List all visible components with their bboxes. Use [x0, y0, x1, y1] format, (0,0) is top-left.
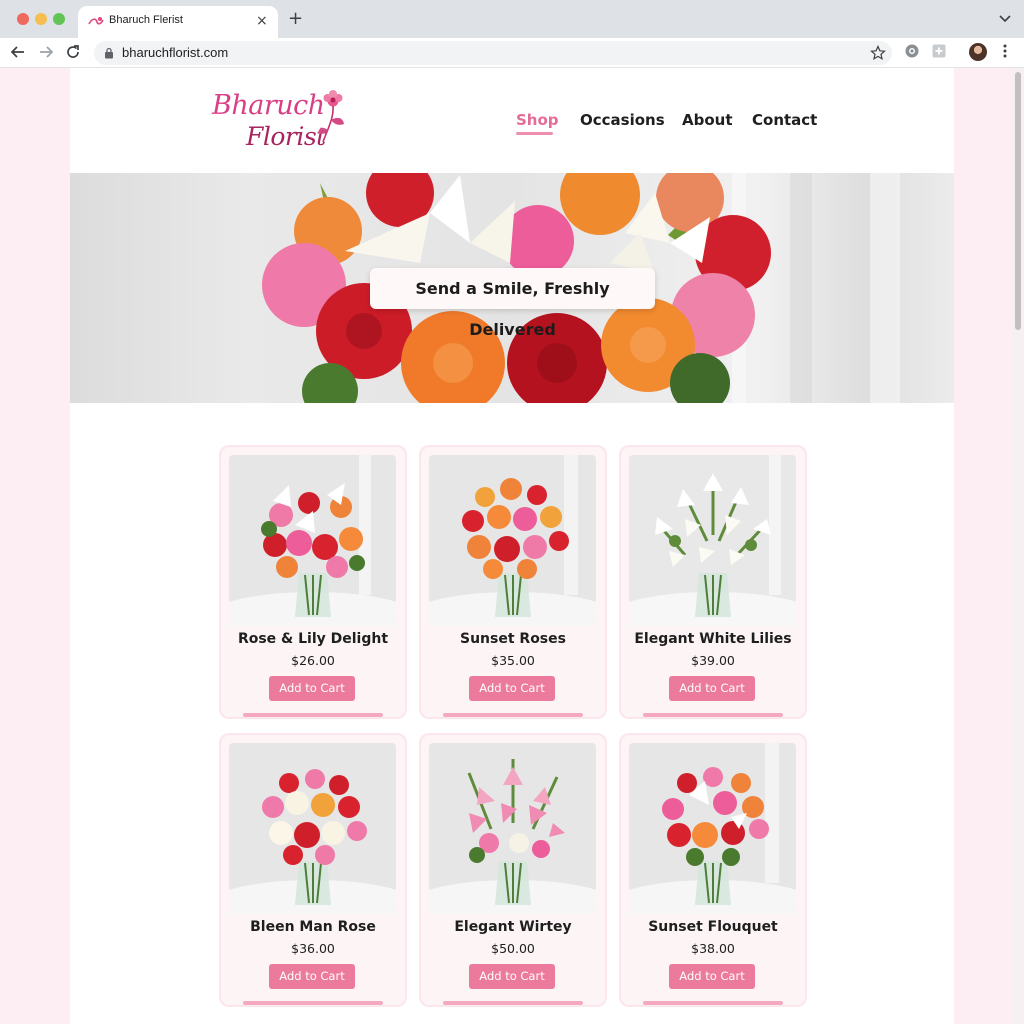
scrollbar-thumb[interactable]: [1015, 72, 1021, 330]
hero-banner: Send a Smile, Freshly Delivered: [70, 173, 954, 403]
product-price: $50.00: [491, 941, 535, 956]
browser-toolbar: bharuchflorist.com: [0, 38, 1024, 68]
menu-icon[interactable]: [1001, 43, 1009, 59]
nav-active-indicator: [516, 132, 553, 135]
product-image[interactable]: [229, 455, 396, 626]
add-to-cart-button[interactable]: Add to Cart: [469, 964, 555, 989]
product-price: $38.00: [691, 941, 735, 956]
product-price: $39.00: [691, 653, 735, 668]
product-image[interactable]: [429, 455, 596, 626]
product-card[interactable]: Sunset Roses $35.00 Add to Cart: [421, 447, 605, 717]
product-image[interactable]: [629, 743, 796, 914]
hero-caption: Send a Smile, Freshly Delivered: [370, 268, 655, 339]
back-arrow-icon[interactable]: [9, 43, 27, 61]
product-name[interactable]: Rose & Lily Delight: [221, 631, 405, 647]
product-card[interactable]: Elegant Wirtey $50.00 Add to Cart: [421, 735, 605, 1005]
product-image[interactable]: [229, 743, 396, 914]
product-card[interactable]: Sunset Flouquet $38.00 Add to Cart: [621, 735, 805, 1005]
logo-text-line1: Bharuch: [212, 90, 325, 121]
florist-page: Bharuch Florist Shop Occasions About Con…: [70, 68, 954, 1024]
product-card[interactable]: Elegant White Lilies $39.00 Add to Cart: [621, 447, 805, 717]
add-to-cart-button[interactable]: Add to Cart: [269, 964, 355, 989]
lock-icon[interactable]: [104, 47, 114, 59]
card-accent-bar: [443, 713, 583, 717]
tab-list-chevron-icon[interactable]: [998, 12, 1012, 26]
add-to-cart-button[interactable]: Add to Cart: [269, 676, 355, 701]
product-image[interactable]: [429, 743, 596, 914]
product-name[interactable]: Bleen Man Rose: [221, 919, 405, 935]
add-to-cart-button[interactable]: Add to Cart: [469, 676, 555, 701]
product-price: $35.00: [491, 653, 535, 668]
window-close-button[interactable]: [17, 13, 29, 25]
flower-logo-icon: [318, 90, 344, 143]
product-card[interactable]: Bleen Man Rose $36.00 Add to Cart: [221, 735, 405, 1005]
card-accent-bar: [643, 713, 783, 717]
page-scrollbar[interactable]: [1012, 68, 1024, 1024]
bookmark-star-icon[interactable]: [870, 45, 886, 61]
tab-close-button[interactable]: ×: [256, 12, 268, 30]
nav-about[interactable]: About: [682, 111, 733, 129]
new-tab-button[interactable]: +: [288, 8, 303, 30]
extension-icon[interactable]: [931, 43, 947, 59]
extension-icon[interactable]: [904, 43, 920, 59]
site-logo[interactable]: Bharuch Florist: [212, 88, 352, 154]
forward-arrow-icon[interactable]: [37, 43, 55, 61]
window-minimize-button[interactable]: [35, 13, 47, 25]
window-zoom-button[interactable]: [53, 13, 65, 25]
product-name[interactable]: Sunset Roses: [421, 631, 605, 647]
product-card[interactable]: Rose & Lily Delight $26.00 Add to Cart: [221, 447, 405, 717]
product-name[interactable]: Elegant Wirtey: [421, 919, 605, 935]
product-price: $26.00: [291, 653, 335, 668]
card-accent-bar: [243, 713, 383, 717]
url-text[interactable]: bharuchflorist.com: [122, 45, 228, 60]
tab-title: Bharuch Flerist: [109, 14, 183, 26]
logo-text-line2: Florist: [246, 122, 326, 151]
flower-favicon-icon: [88, 17, 104, 25]
nav-contact[interactable]: Contact: [752, 111, 817, 129]
reload-icon[interactable]: [64, 43, 82, 61]
add-to-cart-button[interactable]: Add to Cart: [669, 676, 755, 701]
profile-avatar[interactable]: [969, 43, 987, 61]
product-image[interactable]: [629, 455, 796, 626]
card-accent-bar: [643, 1001, 783, 1005]
product-name[interactable]: Elegant White Lilies: [621, 631, 805, 647]
nav-occasions[interactable]: Occasions: [580, 111, 665, 129]
browser-tab[interactable]: Bharuch Flerist ×: [78, 6, 278, 38]
browser-tab-bar: Bharuch Flerist × +: [0, 0, 1024, 38]
product-name[interactable]: Sunset Flouquet: [621, 919, 805, 935]
card-accent-bar: [243, 1001, 383, 1005]
nav-shop[interactable]: Shop: [516, 111, 559, 129]
add-to-cart-button[interactable]: Add to Cart: [669, 964, 755, 989]
address-bar[interactable]: bharuchflorist.com: [94, 41, 892, 65]
card-accent-bar: [443, 1001, 583, 1005]
product-price: $36.00: [291, 941, 335, 956]
